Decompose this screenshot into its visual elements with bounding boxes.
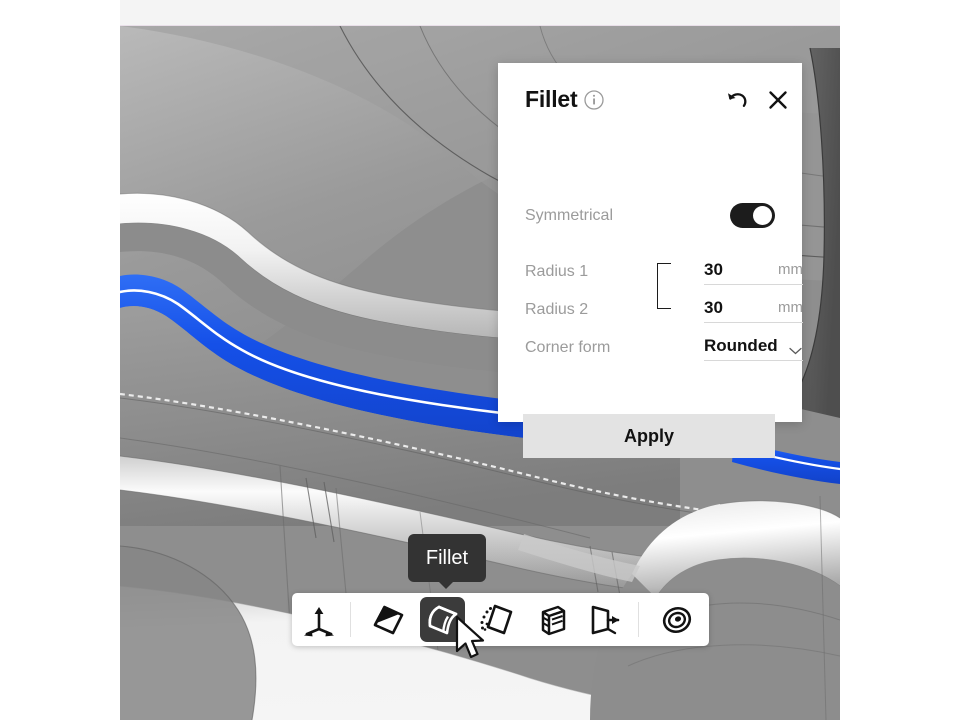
corner-form-value: Rounded: [704, 336, 778, 355]
toolbar-item-move[interactable]: [296, 597, 341, 642]
symmetrical-toggle[interactable]: [730, 203, 775, 228]
toolbar-item-mirror[interactable]: [582, 597, 627, 642]
dialog-title: Fillet: [525, 86, 578, 112]
tool-toolbar[interactable]: [292, 593, 709, 646]
radius2-unit: mm: [778, 299, 803, 316]
viewport-top-strip: [120, 0, 840, 26]
toolbar-item-rib[interactable]: [528, 597, 573, 642]
toolbar-item-chamfer[interactable]: [366, 597, 411, 642]
toggle-knob: [753, 206, 772, 225]
radius1-input[interactable]: 30 mm: [704, 257, 803, 285]
radius2-input[interactable]: 30 mm: [704, 295, 803, 323]
dialog-header: Fillet: [525, 84, 787, 120]
corner-form-select[interactable]: Rounded: [704, 333, 803, 361]
radius2-row: Radius 2 30 mm: [525, 295, 803, 323]
radius1-row: Radius 1 30 mm: [525, 257, 803, 285]
apply-button[interactable]: Apply: [523, 414, 775, 458]
symmetrical-row: Symmetrical: [525, 201, 775, 231]
toolbar-divider: [638, 602, 639, 637]
fillet-dialog[interactable]: Fillet Symmetrical Radius 1 30 mm Radius…: [498, 63, 803, 458]
info-circle-icon[interactable]: [584, 90, 604, 110]
tooltip-label: Fillet: [425, 546, 469, 569]
radius2-value: 30: [704, 298, 723, 317]
radius1-value: 30: [704, 260, 723, 279]
close-icon[interactable]: [764, 86, 792, 114]
radius1-unit: mm: [778, 261, 803, 278]
chevron-down-icon: [789, 342, 802, 355]
corner-form-row: Corner form Rounded: [525, 333, 803, 361]
undo-icon[interactable]: [723, 86, 751, 114]
app-root: Fillet Symmetrical Radius 1 30 mm Radius…: [0, 0, 960, 720]
fillet-tooltip: Fillet: [408, 534, 486, 582]
tooltip-arrow: [438, 581, 454, 589]
apply-button-label: Apply: [623, 425, 674, 446]
toolbar-divider: [350, 602, 351, 637]
toolbar-item-shell[interactable]: [654, 597, 699, 642]
mouse-pointer-icon: [455, 615, 491, 668]
